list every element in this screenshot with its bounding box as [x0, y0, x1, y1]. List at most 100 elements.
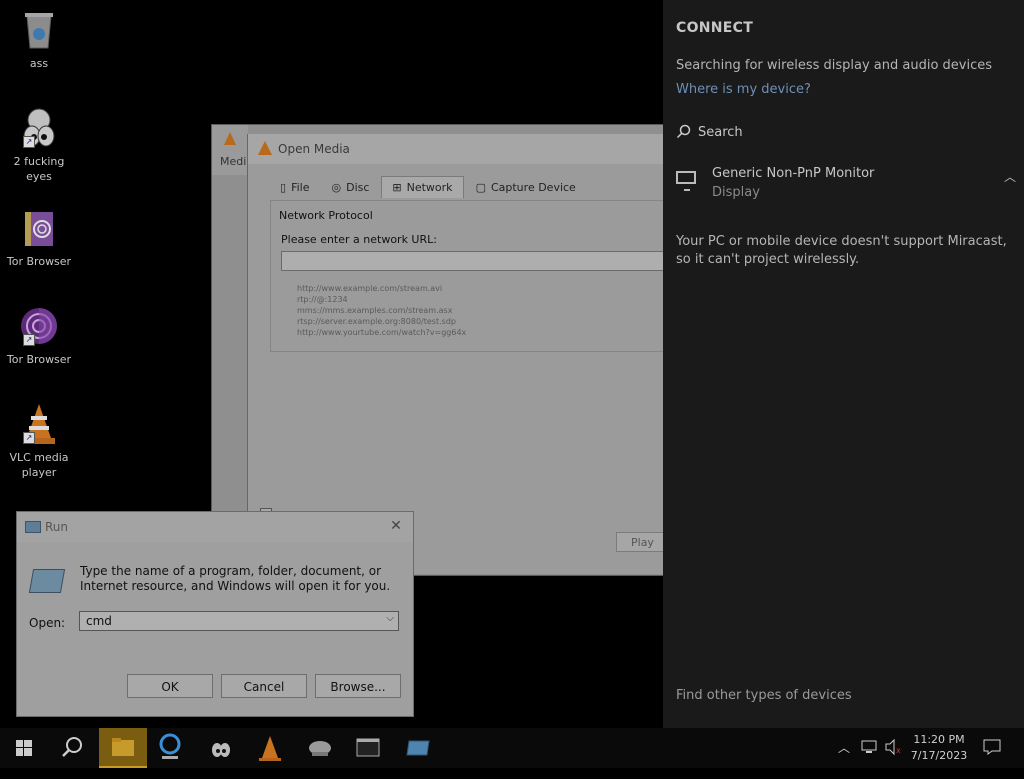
taskbar-command-prompt[interactable] [344, 728, 392, 768]
taskbar-vlc[interactable] [246, 728, 294, 768]
device-type: Display [712, 185, 760, 200]
taskbar-cortana[interactable] [148, 728, 196, 768]
ok-button[interactable]: OK [127, 674, 213, 698]
where-is-my-device-link[interactable]: Where is my device? [676, 82, 811, 97]
clock-date: 7/17/2023 [910, 749, 968, 762]
recycle-bin-icon [17, 8, 61, 52]
tab-disc[interactable]: ◎ Disc [321, 176, 379, 198]
network-protocol-label: Network Protocol [279, 209, 373, 222]
connect-header: CONNECT [676, 20, 754, 36]
find-other-devices-link[interactable]: Find other types of devices [676, 688, 852, 703]
open-media-title: Open Media [278, 142, 350, 156]
start-button[interactable] [0, 728, 48, 768]
tab-file[interactable]: ▯ File [270, 176, 319, 198]
taskbar-search-button[interactable] [48, 728, 96, 768]
tab-network[interactable]: ⊞ Network [381, 176, 464, 198]
desktop-icon-tor-browser[interactable]: ↗ Tor Browser [4, 304, 74, 367]
taskbar: ︿ x 11:20 PM 7/17/2023 [0, 728, 1024, 768]
disk-app-icon [309, 741, 331, 756]
file-icon: ▯ [280, 180, 287, 194]
network-icon: ⊞ [392, 181, 402, 194]
folder-icon [112, 738, 134, 756]
url-example: http://www.yourtube.com/watch?v=gg64x [297, 328, 467, 337]
run-program-icon [28, 569, 66, 593]
terminal-icon [356, 738, 380, 757]
run-open-label: Open: [29, 616, 66, 630]
desktop-icon-eyes[interactable]: ↗ 2 fucking eyes [4, 106, 74, 184]
shortcut-arrow-icon: ↗ [23, 432, 35, 444]
miracast-note: Your PC or mobile device doesn't support… [676, 234, 1007, 267]
svg-text:x: x [896, 746, 901, 755]
desktop-icon-tor-folder[interactable]: Tor Browser [4, 206, 74, 269]
close-icon[interactable]: ✕ [385, 516, 407, 536]
cortana-icon [159, 733, 181, 759]
vlc-cone-icon [258, 141, 272, 155]
desktop-icon-label: ass [29, 57, 49, 70]
search-row[interactable]: Search [676, 124, 743, 140]
shortcut-arrow-icon: ↗ [23, 136, 35, 148]
browse-button[interactable]: Browse... [315, 674, 401, 698]
shortcut-arrow-icon: ↗ [23, 334, 35, 346]
chevron-up-icon[interactable]: ︿ [838, 739, 850, 779]
run-titlebar: Run ✕ [17, 512, 413, 542]
taskbar-file-explorer[interactable] [99, 728, 147, 768]
desktop-icon-recycle-bin[interactable]: ass [4, 8, 74, 71]
tab-label: File [291, 180, 310, 194]
tab-label: Disc [346, 180, 370, 194]
taskbar-clock[interactable]: 11:20 PM 7/17/2023 [906, 732, 972, 764]
url-example: http://www.example.com/stream.avi [297, 284, 443, 293]
desktop-icon-label: Tor Browser [6, 255, 72, 268]
open-media-dialog[interactable]: Open Media ▯ File ◎ Disc ⊞ Network ▢ Cap… [247, 134, 667, 574]
clock-time: 11:20 PM [913, 733, 965, 746]
url-example: mms://mms.examples.com/stream.asx [297, 306, 453, 315]
tab-capture-device[interactable]: ▢ Capture Device [466, 176, 586, 198]
taskbar-run[interactable] [394, 728, 442, 768]
run-dialog[interactable]: Run ✕ Type the name of a program, folder… [16, 511, 414, 717]
vlc-cone-icon: ↗ [17, 402, 61, 446]
volume-muted-icon[interactable]: x [884, 738, 904, 778]
play-button[interactable]: Play [616, 532, 664, 552]
connect-panel: CONNECT Searching for wireless display a… [663, 0, 1024, 728]
run-icon [25, 521, 41, 533]
tab-label: Capture Device [490, 180, 576, 194]
disc-icon: ◎ [331, 180, 342, 194]
connect-status: Searching for wireless display and audio… [676, 58, 993, 73]
capture-device-icon: ▢ [475, 180, 486, 194]
vlc-menu-media[interactable]: Medi [220, 155, 246, 168]
search-icon [62, 737, 82, 757]
chevron-down-icon[interactable]: ⌵ [386, 613, 394, 624]
desktop-icon-label: 2 fucking eyes [13, 155, 65, 183]
search-label: Search [698, 124, 743, 140]
open-media-titlebar: Open Media [248, 134, 664, 164]
device-name: Generic Non-PnP Monitor [712, 166, 875, 181]
taskbar-eyes-app[interactable] [197, 728, 245, 768]
url-examples: http://www.example.com/stream.avi rtp://… [297, 283, 466, 338]
tab-label: Network [406, 181, 453, 194]
eyes-icon: ↗ [17, 106, 61, 150]
network-url-input[interactable] [281, 251, 667, 271]
desktop-icon-vlc[interactable]: ↗ VLC media player [4, 402, 74, 480]
url-example: rtsp://server.example.org:8080/test.sdp [297, 317, 456, 326]
tor-browser-icon: ↗ [17, 304, 61, 348]
vlc-cone-icon [259, 736, 281, 761]
chevron-up-icon[interactable]: ︿ [1004, 168, 1016, 185]
run-icon [406, 740, 430, 756]
open-media-tabs: ▯ File ◎ Disc ⊞ Network ▢ Capture Device [270, 176, 586, 198]
monitor-icon [676, 171, 696, 191]
network-protocol-panel: Network Protocol Please enter a network … [270, 200, 667, 352]
desktop-icon-label: Tor Browser [6, 353, 72, 366]
network-url-label: Please enter a network URL: [281, 233, 437, 246]
network-icon[interactable] [860, 738, 880, 778]
run-description: Type the name of a program, folder, docu… [80, 564, 391, 593]
run-command-value: cmd [86, 614, 112, 628]
taskbar-app-disk[interactable] [296, 728, 344, 768]
url-example: rtp://@:1234 [297, 295, 348, 304]
vlc-cone-icon [224, 132, 236, 145]
run-command-input[interactable]: cmd ⌵ [79, 611, 399, 631]
run-title: Run [45, 520, 69, 534]
notification-icon[interactable] [982, 738, 1002, 778]
tor-folder-icon [17, 206, 61, 250]
search-icon [676, 124, 691, 139]
device-item[interactable]: Generic Non-PnP Monitor Display ︿ [676, 163, 1016, 207]
cancel-button[interactable]: Cancel [221, 674, 307, 698]
